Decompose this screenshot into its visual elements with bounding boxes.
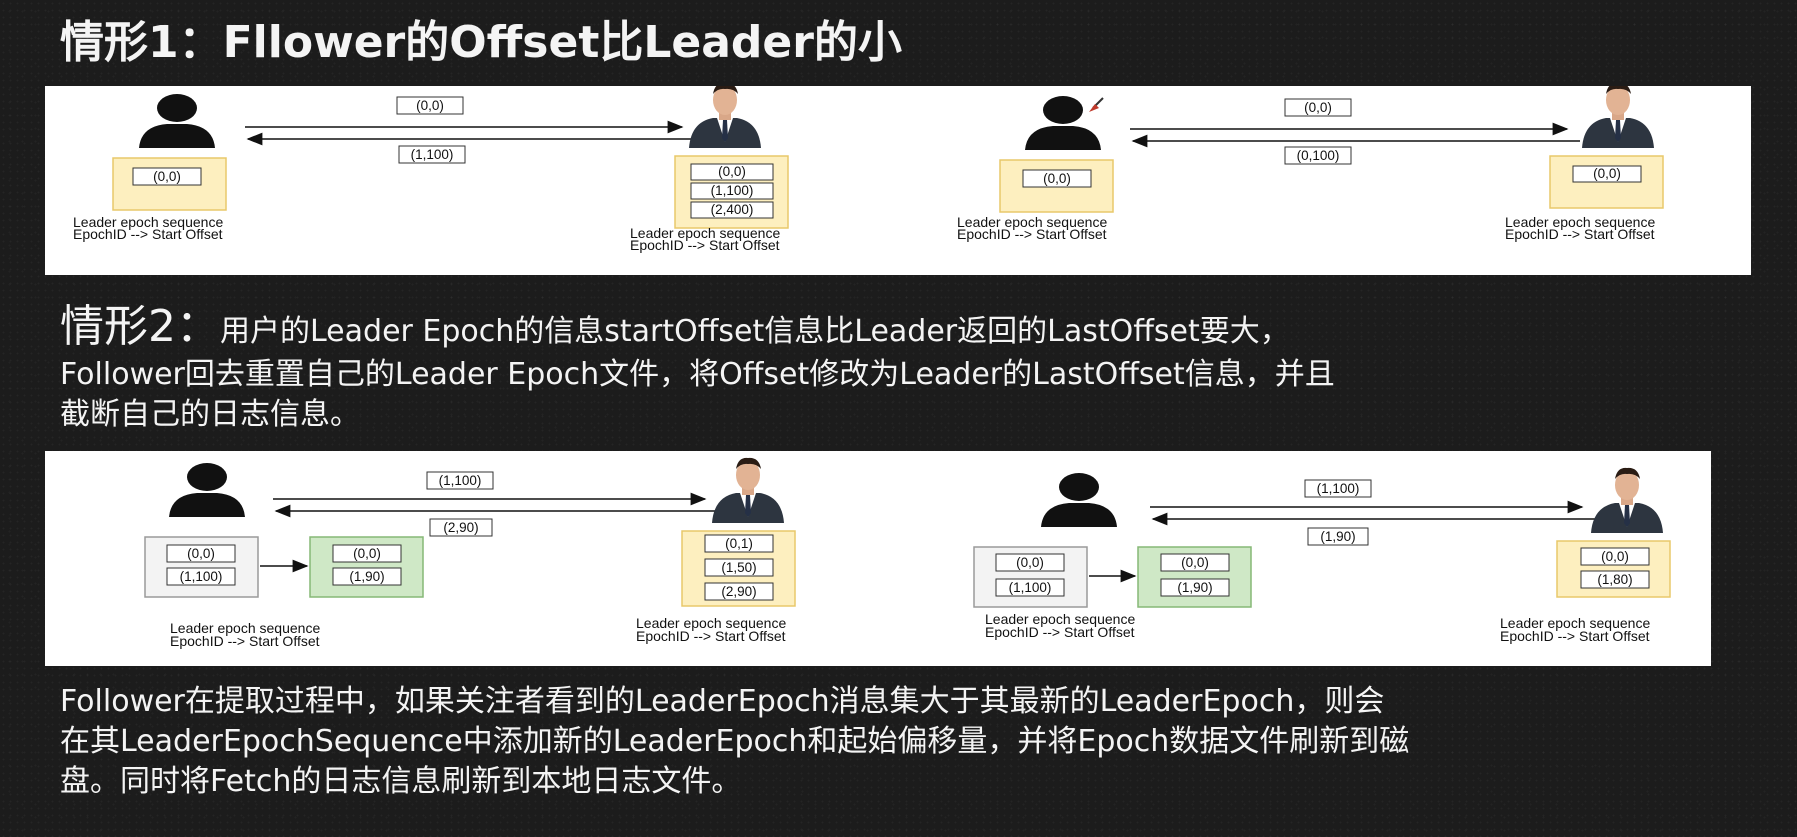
scenario1-right-leader: (0,0) Leader epoch sequence EpochID --> … [1505,86,1664,242]
follower-caption-line2: EpochID --> Start Offset [73,226,223,242]
request-tag-label: (0,0) [416,98,444,113]
follower-caption-line2: EpochID --> Start Offset [957,226,1107,242]
scenario2-title: 情形2：用户的Leader Epoch的信息startOffset信息比Lead… [60,305,1290,353]
leader-businessman-icon [689,86,761,148]
leader-epoch-entry: (2,400) [711,202,754,217]
scenario1-right-follower: (0,0) Leader epoch sequence EpochID --> … [957,96,1114,242]
scenario2-line2: Follower回去重置自己的Leader Epoch文件，将Offset修改为… [60,357,1335,392]
scenario1-left-arrows: (0,0) (1,100) [245,96,695,164]
scenario2-description: Follower回去重置自己的Leader Epoch文件，将Offset修改为… [60,355,1335,435]
summary-paragraph: Follower在提取过程中，如果关注者看到的LeaderEpoch消息集大于其… [60,682,1409,802]
request-tag-label: (1,100) [1317,481,1360,496]
follower-user-icon [139,94,215,148]
response-tag-label: (2,90) [443,520,478,535]
leader-epoch-entry: (0,0) [1593,166,1621,181]
leader-epoch-entry: (1,100) [711,183,754,198]
follower-epoch-entry: (0,0) [1016,555,1044,570]
truncated-epoch-entry: (1,90) [349,569,384,584]
scenario2-left-leader: (0,1) (1,50) (2,90) Leader epoch sequenc… [636,457,796,644]
follower-caption-line2: EpochID --> Start Offset [985,624,1135,640]
truncated-epoch-entry: (1,90) [1177,580,1212,595]
leader-businessman-icon [1582,86,1654,148]
scenario1-right-arrows: (0,0) (0,100) [1130,98,1580,165]
leader-epoch-entry: (2,90) [721,584,756,599]
follower-user-icon [169,463,245,517]
follower-epoch-entry: (1,100) [180,569,223,584]
scenario1-left-follower: (0,0) Leader epoch sequence EpochID --> … [73,94,227,242]
truncated-epoch-entry: (0,0) [353,546,381,561]
scenario1-diagram-panel: (0,0) Leader epoch sequence EpochID --> … [45,86,1751,275]
follower-epoch-entry: (1,100) [1009,580,1052,595]
scenario2-right-arrows: (1,100) (1,90) [1150,479,1595,546]
scenario2-diagram: (0,0) (1,100) (0,0) (1,90) Leader epoch … [144,457,1671,649]
scenario2-right-leader: (0,0) (1,80) Leader epoch sequence Epoch… [1500,467,1671,644]
leader-caption-line2: EpochID --> Start Offset [1505,226,1655,242]
request-tag-label: (1,100) [439,473,482,488]
scenario1-title: 情形1：Fllower的Offset比Leader的小 [60,17,902,68]
scenario2-right-follower: (0,0) (1,100) (0,0) (1,90) Leader epoch … [973,473,1252,640]
truncated-epoch-entry: (0,0) [1181,555,1209,570]
scenario2-diagram-panel: (0,0) (1,100) (0,0) (1,90) Leader epoch … [45,451,1711,666]
scenario2-title-line1: 用户的Leader Epoch的信息startOffset信息比Leader返回… [220,314,1290,349]
scenario1-diagram: (0,0) Leader epoch sequence EpochID --> … [73,86,1664,253]
follower-user-icon [1025,96,1101,150]
leader-caption-line2: EpochID --> Start Offset [630,237,780,253]
leader-businessman-icon [1591,467,1663,533]
follower-epoch-entry: (0,0) [187,546,215,561]
leader-epoch-entry: (1,80) [1597,572,1632,587]
summary-line2: 在其LeaderEpochSequence中添加新的LeaderEpoch和起始… [60,724,1410,759]
leader-epoch-entry: (0,0) [718,164,746,179]
leader-caption-line2: EpochID --> Start Offset [636,628,786,644]
leader-caption-line2: EpochID --> Start Offset [1500,628,1650,644]
summary-line1: Follower在提取过程中，如果关注者看到的LeaderEpoch消息集大于其… [60,684,1385,719]
leader-epoch-entry: (1,50) [721,560,756,575]
scenario2-line3: 截断自己的日志信息。 [60,397,360,432]
leader-epoch-entry: (0,0) [1601,549,1629,564]
follower-caption-line2: EpochID --> Start Offset [170,633,320,649]
response-tag-label: (1,90) [1320,529,1355,544]
scenario2-left-follower: (0,0) (1,100) (0,0) (1,90) Leader epoch … [144,463,424,649]
response-tag-label: (1,100) [411,147,454,162]
scenario2-left-arrows: (1,100) (2,90) [273,471,717,537]
follower-epoch-entry: (0,0) [1043,171,1071,186]
summary-line3: 盘。同时将Fetch的日志信息刷新到本地日志文件。 [60,764,742,799]
follower-user-icon [1041,473,1117,527]
leader-epoch-entry: (0,1) [725,536,753,551]
scenario2-title-prefix: 情形2： [60,301,220,352]
follower-epoch-entry-label: (0,0) [153,169,181,184]
pen-cursor-icon [1089,97,1104,112]
leader-businessman-icon [712,457,784,523]
request-tag-label: (0,0) [1304,100,1332,115]
scenario1-left-leader: (0,0) (1,100) (2,400) Leader epoch seque… [630,86,789,253]
response-tag-label: (0,100) [1297,148,1340,163]
